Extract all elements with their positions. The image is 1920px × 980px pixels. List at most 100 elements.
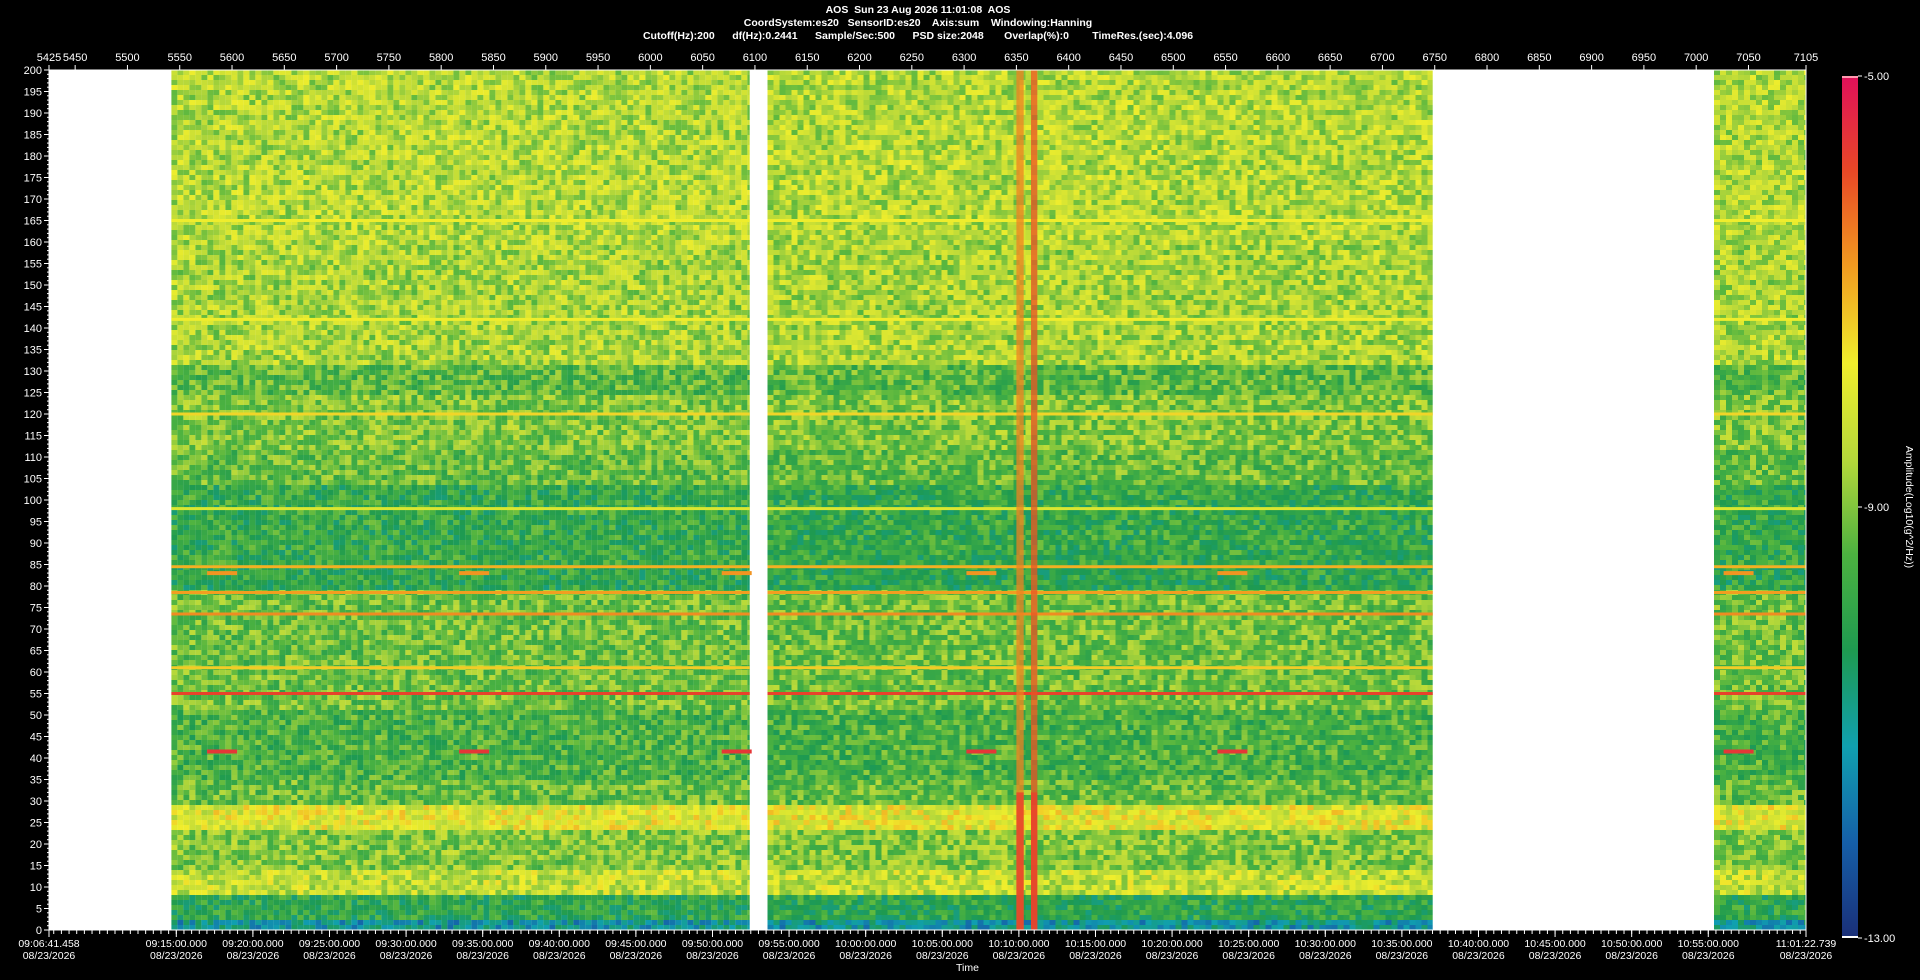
top-tick-label: 6100 — [743, 52, 767, 64]
top-tick-label: 6950 — [1632, 52, 1656, 64]
spectral-line — [768, 613, 1433, 616]
y-tick-label: 100 — [24, 495, 42, 507]
broadband-event-low — [1031, 792, 1037, 930]
top-tick-label: 6300 — [952, 52, 976, 64]
top-tick-label: 6350 — [1004, 52, 1028, 64]
time-tick-date: 08/23/2026 — [533, 950, 586, 962]
y-tick-label: 20 — [30, 839, 42, 851]
spectral-line — [171, 692, 749, 695]
y-tick-label: 75 — [30, 603, 42, 615]
y-tick-label: 115 — [24, 431, 42, 443]
time-tick-date: 08/23/2026 — [1452, 950, 1505, 962]
top-tick-label: 7105 — [1794, 52, 1818, 64]
spectral-line — [768, 666, 1433, 669]
y-tick-label: 150 — [24, 280, 42, 292]
time-tick-date: 08/23/2026 — [150, 950, 203, 962]
top-tick-label: 5950 — [586, 52, 610, 64]
y-tick-label: 5 — [36, 904, 42, 916]
time-tick-label: 10:50:00.000 — [1601, 938, 1662, 950]
tonal-burst — [722, 750, 752, 754]
spectral-line — [1714, 613, 1806, 616]
y-tick-label: 190 — [24, 108, 42, 120]
top-tick-label: 5550 — [167, 52, 191, 64]
y-tick-label: 70 — [30, 624, 42, 636]
y-tick-label: 95 — [30, 517, 42, 529]
time-tick-label: 10:30:00.000 — [1295, 938, 1356, 950]
top-tick-label: 6050 — [690, 52, 714, 64]
time-tick-date: 08/23/2026 — [380, 950, 433, 962]
top-tick-label: 6850 — [1527, 52, 1551, 64]
y-tick-label: 125 — [24, 388, 42, 400]
tonal-burst — [207, 750, 237, 754]
time-tick-label: 09:25:00.000 — [299, 938, 360, 950]
time-tick-label: 10:20:00.000 — [1141, 938, 1202, 950]
time-tick-label: 10:10:00.000 — [988, 938, 1049, 950]
colorbar-gradient — [1842, 76, 1858, 938]
top-tick-label: 6200 — [847, 52, 871, 64]
spectrogram-chart[interactable]: 0510152025303540455055606570758085909510… — [0, 0, 1920, 980]
time-tick-label: 11:01:22.739 — [1776, 938, 1837, 950]
spectral-line — [1714, 692, 1806, 695]
y-tick-label: 130 — [24, 366, 42, 378]
time-tick-date: 08/23/2026 — [1682, 950, 1735, 962]
y-tick-label: 200 — [24, 65, 42, 77]
spectral-line — [768, 219, 1433, 222]
y-tick-label: 120 — [24, 409, 42, 421]
spectral-line — [171, 613, 749, 616]
top-tick-label: 6650 — [1318, 52, 1342, 64]
top-tick-label: 5450 — [63, 52, 87, 64]
spectral-line — [171, 318, 749, 321]
top-tick-label: 6700 — [1370, 52, 1394, 64]
time-tick-date: 08/23/2026 — [1780, 950, 1833, 962]
tonal-burst — [1217, 750, 1247, 754]
top-tick-label: 5850 — [481, 52, 505, 64]
top-tick-label: 5600 — [220, 52, 244, 64]
time-tick-label: 10:40:00.000 — [1448, 938, 1509, 950]
time-tick-label: 09:15:00.000 — [146, 938, 207, 950]
spectrogram-plot-area[interactable] — [49, 70, 1806, 930]
y-tick-label: 35 — [30, 775, 42, 787]
time-tick-date: 08/23/2026 — [916, 950, 969, 962]
heatmap-segment — [1714, 70, 1806, 930]
y-tick-label: 110 — [24, 452, 42, 464]
y-tick-label: 140 — [24, 323, 42, 335]
time-tick-label: 10:05:00.000 — [912, 938, 973, 950]
time-tick-date: 08/23/2026 — [610, 950, 663, 962]
y-tick-label: 170 — [24, 194, 42, 206]
top-tick-label: 7000 — [1684, 52, 1708, 64]
colorbar: -5.00-9.00-13.00Amplitude(Log10(g^2/Hz)) — [1842, 71, 1915, 945]
time-tick-label: 10:00:00.000 — [835, 938, 896, 950]
top-tick-label: 5425 — [37, 52, 61, 64]
time-tick-label: 10:25:00.000 — [1218, 938, 1279, 950]
top-tick-label: 6600 — [1266, 52, 1290, 64]
spectral-line — [1714, 318, 1806, 321]
y-tick-label: 165 — [24, 216, 42, 228]
time-tick-date: 08/23/2026 — [227, 950, 280, 962]
tonal-burst — [966, 750, 996, 754]
top-tick-label: 5750 — [377, 52, 401, 64]
y-tick-label: 10 — [30, 882, 42, 894]
time-tick-label: 09:55:00.000 — [758, 938, 819, 950]
time-tick-date: 08/23/2026 — [1069, 950, 1122, 962]
tonal-burst — [966, 571, 996, 575]
time-tick-label: 10:15:00.000 — [1065, 938, 1126, 950]
broadband-event-low — [1016, 792, 1023, 930]
time-tick-label: 09:40:00.000 — [529, 938, 590, 950]
y-tick-label: 185 — [24, 130, 42, 142]
colorbar-tick-label: -9.00 — [1864, 502, 1889, 514]
spectral-line — [1714, 591, 1806, 594]
spectral-line — [1714, 219, 1806, 222]
y-tick-label: 155 — [24, 259, 42, 271]
heatmap-segment — [768, 70, 1433, 930]
y-tick-label: 160 — [24, 237, 42, 249]
time-tick-date: 08/23/2026 — [839, 950, 892, 962]
colorbar-top-cap — [1842, 76, 1858, 78]
top-tick-label: 6000 — [638, 52, 662, 64]
tonal-burst — [459, 750, 489, 754]
spectral-line — [171, 565, 749, 568]
top-tick-label: 6400 — [1056, 52, 1080, 64]
colorbar-label: Amplitude(Log10(g^2/Hz)) — [1903, 446, 1915, 568]
time-tick-label: 10:35:00.000 — [1371, 938, 1432, 950]
tonal-burst — [207, 571, 237, 575]
x-axis-label: Time — [956, 962, 979, 974]
